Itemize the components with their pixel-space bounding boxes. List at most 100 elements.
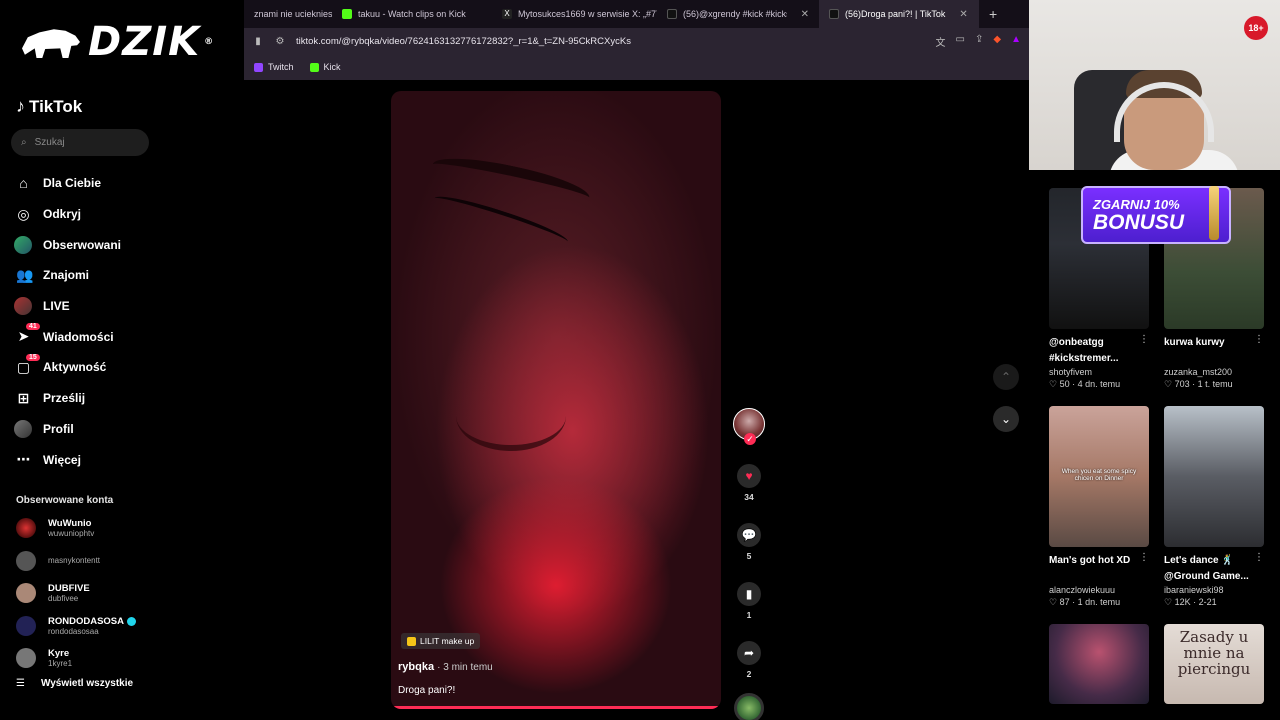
avatar	[16, 583, 36, 604]
x-favicon-icon: X	[502, 9, 512, 19]
comment-button[interactable]: 💬	[737, 523, 761, 547]
close-tab-icon[interactable]: ✕	[801, 9, 809, 20]
browser-tab[interactable]: X Mytosukces1669 w serwisie X: „#77	[492, 0, 657, 28]
age-rating-badge: 18+	[1244, 16, 1268, 40]
following-account[interactable]: RONDODASOSA rondodasosaa	[16, 609, 244, 642]
close-tab-icon[interactable]: ✕	[959, 9, 967, 20]
home-icon: ⌂	[19, 175, 28, 192]
following-section-title: Obserwowane konta	[16, 494, 114, 506]
nav-live[interactable]: LIVE	[14, 291, 244, 322]
new-tab-icon[interactable]: +	[979, 6, 1007, 22]
video-thumbnail[interactable]: Zasady u mnie na piercingu	[1164, 624, 1264, 704]
brand-text: DZIK	[88, 19, 201, 65]
more-options-icon[interactable]: ⋮	[1254, 552, 1264, 563]
url-field[interactable]: tiktok.com/@rybqka/video/762416313277617…	[296, 36, 926, 47]
creator-avatar[interactable]: ✓	[733, 408, 765, 445]
browser-tab[interactable]: znami nie uciekniesz	[244, 0, 332, 28]
recommended-video[interactable]: Let's dance 🕺 @Ground Game... ibaraniews…	[1164, 406, 1264, 608]
bookmark-kick[interactable]: Kick	[309, 62, 341, 72]
video-actions: ✓ ♥ 34 💬 5 ▮ 1 ➦ 2	[733, 408, 765, 720]
search-input[interactable]: ⌕ Szukaj	[11, 129, 149, 156]
save-count: 1	[746, 610, 752, 620]
kick-favicon-icon	[342, 9, 352, 19]
browser-tab[interactable]: (56)@xgrendy #kick #kicks #dc ✕	[657, 0, 819, 28]
verified-icon	[127, 616, 137, 626]
nav-dla-ciebie[interactable]: ⌂ Dla Ciebie	[16, 168, 244, 199]
more-options-icon[interactable]: ⋮	[1139, 552, 1149, 563]
stream-overlay-logo: DZIK ®	[0, 0, 244, 84]
like-button[interactable]: ♥	[737, 464, 761, 488]
nav-przeslij[interactable]: ⊞ Prześlij	[16, 383, 244, 414]
upload-icon: ⊞	[17, 389, 30, 406]
tab-strip: znami nie uciekniesz takuu - Watch clips…	[244, 0, 1029, 28]
previous-video-button[interactable]: ⌃	[993, 364, 1019, 390]
nav-wiecej[interactable]: ⋯ Więcej	[16, 444, 244, 475]
next-video-button[interactable]: ⌄	[993, 406, 1019, 432]
video-thumbnail[interactable]: When you eat some spicy chicen on Dinner	[1049, 406, 1149, 547]
video-progress-bar[interactable]	[393, 706, 719, 709]
follow-plus-icon[interactable]: ✓	[744, 433, 756, 445]
following-account[interactable]: Kyre 1kyre1	[16, 642, 244, 675]
tiktok-logo[interactable]: ♪ TikTok	[16, 96, 244, 117]
browser-window: znami nie uciekniesz takuu - Watch clips…	[244, 0, 1029, 80]
more-options-icon[interactable]: ⋮	[1139, 334, 1149, 345]
video-navigation: ⌃ ⌄	[993, 364, 1019, 432]
following-list: WuWunio wuwuniophtv masnykontentt DUBFIVE…	[16, 512, 244, 675]
avatar	[16, 615, 36, 636]
heart-icon: ♡	[1164, 597, 1173, 607]
nav-obserwowani[interactable]: Obserwowani	[14, 229, 244, 260]
tiktok-favicon-icon	[667, 9, 677, 19]
recommended-video[interactable]: When you eat some spicy chicen on Dinner…	[1049, 406, 1149, 608]
tiktok-note-icon: ♪	[16, 96, 25, 116]
music-disc-icon[interactable]	[734, 693, 764, 720]
avatar	[16, 648, 36, 669]
share-icon[interactable]: ⇪	[975, 34, 983, 49]
webcam-feed: 18+	[1029, 0, 1280, 170]
activity-badge: 15	[26, 354, 40, 362]
boar-icon	[22, 29, 80, 58]
brave-shield-icon[interactable]: ◆	[993, 34, 1001, 49]
video-author[interactable]: rybqka · 3 min temu	[398, 661, 493, 673]
twitch-icon	[254, 62, 263, 72]
bonus-ad-banner[interactable]: ZGARNIJ 10% BONUSU	[1081, 186, 1231, 244]
browser-tab[interactable]: takuu - Watch clips on Kick	[332, 0, 492, 28]
nav-profil[interactable]: Profil	[14, 414, 244, 445]
bookmark-twitch[interactable]: Twitch	[254, 62, 294, 72]
more-options-icon[interactable]: ⋮	[1254, 334, 1264, 345]
recommended-video[interactable]: Zasady u mnie na piercingu	[1164, 624, 1264, 704]
send-icon: ➤	[17, 328, 30, 345]
brave-rewards-icon[interactable]: ▲	[1011, 34, 1021, 49]
video-thumbnail[interactable]	[1049, 624, 1149, 704]
browser-tab-active[interactable]: (56)Droga pani?! | TikTok ✕	[819, 0, 979, 28]
show-all-following[interactable]: ☰ Wyświetl wszystkie	[16, 678, 244, 689]
following-account[interactable]: masnykontentt	[16, 544, 244, 577]
site-info-icon[interactable]: ⚙	[274, 36, 286, 47]
video-caption: Droga pani?!	[398, 685, 456, 696]
share-count: 2	[746, 669, 752, 679]
heart-icon: ♡	[1049, 597, 1058, 607]
following-account[interactable]: WuWunio wuwuniophtv	[16, 512, 244, 545]
like-count: 34	[744, 492, 754, 502]
avatar	[14, 235, 32, 254]
nav-odkryj[interactable]: ◎ Odkryj	[16, 199, 244, 230]
bookmark-icon[interactable]: ▮	[252, 36, 264, 47]
more-icon: ⋯	[16, 451, 31, 468]
following-account[interactable]: DUBFIVE dubfivee	[16, 577, 244, 610]
bookmarks-bar: Twitch Kick	[244, 54, 1029, 80]
heart-icon: ♡	[1049, 379, 1058, 389]
save-button[interactable]: ▮	[737, 582, 761, 606]
inbox-icon: ▢	[16, 358, 31, 375]
video-thumbnail[interactable]	[1164, 406, 1264, 547]
nav-aktywnosc[interactable]: ▢ 15 Aktywność	[16, 352, 244, 383]
recommended-video[interactable]	[1049, 624, 1149, 704]
effect-chip[interactable]: LILIT make up	[401, 633, 481, 649]
comment-count: 5	[746, 551, 752, 561]
share-button[interactable]: ➦	[737, 641, 761, 665]
cast-icon[interactable]: ▭	[956, 34, 965, 49]
video-player[interactable]: LILIT make up rybqka · 3 min temu Droga …	[391, 91, 721, 709]
translate-icon[interactable]: 文	[936, 34, 946, 49]
nav-znajomi[interactable]: 👥 Znajomi	[16, 260, 244, 291]
nav-wiadomosci[interactable]: ➤ 41 Wiadomości	[16, 321, 244, 352]
search-icon: ⌕	[21, 137, 27, 148]
avatar	[16, 550, 36, 571]
